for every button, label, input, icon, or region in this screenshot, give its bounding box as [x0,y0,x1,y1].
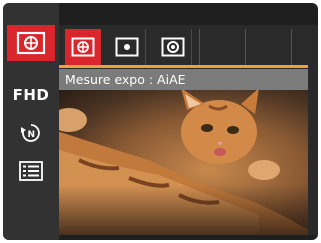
sidebar-item-metering[interactable] [7,25,55,61]
live-view-photo [59,90,308,235]
sidebar-item-face-detection[interactable]: N [7,115,55,151]
toolbar-divider [245,29,246,65]
face-detection-icon: N [21,124,40,142]
spot-metering-icon [115,37,139,57]
metering-icon [16,31,46,55]
menu-list-icon [19,161,43,181]
svg-text:N: N [28,130,36,140]
option-center-weighted[interactable] [155,29,192,65]
center-weighted-metering-icon [161,37,185,57]
sidebar: FHD N [3,3,59,240]
right-edge-panel [308,69,318,235]
toolbar-divider [199,29,200,65]
metering-mode-label: Mesure expo : AiAE [59,69,308,90]
toolbar-divider [291,29,292,65]
ai-ae-metering-icon [71,37,95,57]
fhd-label: FHD [12,86,50,104]
metering-options-bar [59,25,318,69]
selection-accent-line [59,65,308,68]
option-ai-ae[interactable] [65,29,101,65]
sidebar-item-video-size[interactable]: FHD [7,77,55,113]
photo-shadow [59,185,308,235]
camera-screen: FHD N Mesure expo: AiAE [3,3,318,240]
sidebar-item-menu[interactable] [7,153,55,189]
option-spot[interactable] [109,29,146,65]
